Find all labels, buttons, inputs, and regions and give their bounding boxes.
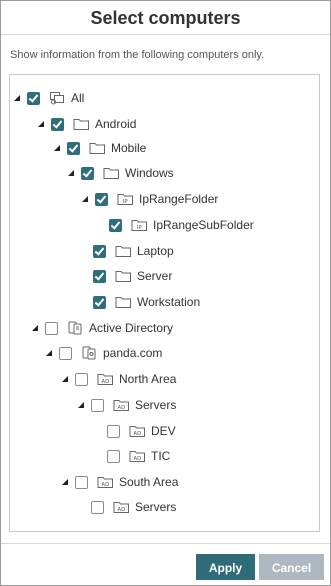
- svg-text:AD: AD: [118, 405, 126, 411]
- expand-toggle-icon[interactable]: [68, 165, 79, 181]
- folder-icon: [73, 117, 90, 131]
- tree-item-servers[interactable]: AD Servers: [78, 497, 176, 517]
- tree-item-label: Mobile: [111, 141, 147, 155]
- select-computers-dialog: Select computers Show information from t…: [0, 0, 331, 586]
- ad-folder-icon: AD: [113, 398, 130, 412]
- tree-item-dev[interactable]: AD DEV: [94, 421, 176, 441]
- tree-item-server[interactable]: Server: [80, 266, 172, 286]
- tree-item-north-area[interactable]: AD North Area: [62, 369, 176, 389]
- tree-item-checkbox[interactable]: [81, 166, 94, 180]
- ad-folder-icon: AD: [129, 449, 146, 463]
- tree-item-mobile[interactable]: Mobile: [54, 138, 146, 158]
- tree-item-android[interactable]: Android: [38, 114, 136, 134]
- domain-icon: [81, 346, 98, 360]
- apply-button[interactable]: Apply: [196, 554, 255, 580]
- ad-folder-icon: AD: [97, 475, 114, 489]
- tree-item-label: panda.com: [103, 346, 163, 360]
- tree-item-label: Laptop: [137, 244, 174, 258]
- svg-text:IP: IP: [123, 199, 129, 205]
- ad-folder-icon: AD: [113, 500, 130, 514]
- expand-toggle-icon[interactable]: [82, 191, 93, 207]
- expand-toggle-icon[interactable]: [14, 90, 25, 106]
- svg-text:AD: AD: [134, 456, 142, 462]
- tree-item-label: South Area: [119, 475, 179, 489]
- folder-icon: [89, 141, 106, 155]
- dialog-subtitle: Show information from the following comp…: [10, 49, 265, 61]
- tree-item-checkbox[interactable]: [109, 218, 122, 232]
- tree-item-label: Server: [137, 269, 173, 283]
- tree-item-checkbox[interactable]: [107, 424, 120, 438]
- expand-toggle-icon[interactable]: [54, 140, 65, 156]
- tree-item-iprangesubfolder[interactable]: IP IpRangeSubFolder: [96, 215, 254, 235]
- tree-item-label: Android: [95, 117, 137, 131]
- tree-item-checkbox[interactable]: [51, 117, 64, 131]
- tree-item-tic[interactable]: AD TIC: [94, 446, 170, 466]
- title-separator: [1, 34, 330, 35]
- tree-item-checkbox[interactable]: [75, 372, 88, 386]
- tree-item-checkbox[interactable]: [95, 192, 108, 206]
- ip-folder-icon: IP: [117, 192, 134, 206]
- tree-item-all[interactable]: All: [14, 88, 84, 108]
- expand-toggle-icon[interactable]: [32, 320, 43, 336]
- tree-item-checkbox[interactable]: [107, 449, 120, 463]
- folder-icon: [103, 166, 120, 180]
- active-directory-icon: [67, 321, 84, 335]
- svg-text:AD: AD: [134, 431, 142, 437]
- expand-toggle-icon[interactable]: [38, 116, 49, 132]
- tree-item-laptop[interactable]: Laptop: [80, 241, 174, 261]
- tree-item-active-directory[interactable]: Active Directory: [32, 318, 173, 338]
- tree-item-label: North Area: [119, 372, 177, 386]
- tree-item-label: Active Directory: [89, 321, 174, 335]
- ad-folder-icon: AD: [97, 372, 114, 386]
- tree-item-windows[interactable]: Windows: [68, 163, 174, 183]
- tree-item-label: IpRangeFolder: [139, 192, 219, 206]
- tree-item-workstation[interactable]: Workstation: [80, 292, 200, 312]
- dialog-title: Select computers: [90, 8, 241, 28]
- folder-icon: [115, 295, 132, 309]
- tree-item-label: Servers: [135, 500, 177, 514]
- folder-icon: [115, 269, 132, 283]
- svg-text:AD: AD: [102, 379, 110, 385]
- tree-item-label: TIC: [151, 449, 171, 463]
- tree-item-panda-com[interactable]: panda.com: [46, 343, 162, 363]
- cancel-button[interactable]: Cancel: [259, 554, 324, 580]
- svg-text:AD: AD: [102, 482, 110, 488]
- tree-item-checkbox[interactable]: [93, 295, 106, 309]
- tree-item-label: Windows: [125, 166, 174, 180]
- expand-toggle-icon[interactable]: [62, 474, 73, 490]
- tree-item-iprangefolder[interactable]: IP IpRangeFolder: [82, 189, 218, 209]
- tree-item-checkbox[interactable]: [91, 500, 104, 514]
- tree-item-checkbox[interactable]: [27, 91, 40, 105]
- ip-folder-icon: IP: [131, 218, 148, 232]
- tree-item-label: DEV: [151, 424, 176, 438]
- ad-folder-icon: AD: [129, 424, 146, 438]
- tree-item-checkbox[interactable]: [67, 141, 80, 155]
- tree-item-checkbox[interactable]: [91, 398, 104, 412]
- tree-item-checkbox[interactable]: [59, 346, 72, 360]
- svg-text:AD: AD: [118, 507, 126, 513]
- tree-item-checkbox[interactable]: [93, 244, 106, 258]
- expand-toggle-icon[interactable]: [78, 397, 89, 413]
- tree-item-servers[interactable]: AD Servers: [78, 395, 176, 415]
- tree-item-label: IpRangeSubFolder: [153, 218, 254, 232]
- tree-item-label: All: [71, 91, 85, 105]
- tree-item-south-area[interactable]: AD South Area: [62, 472, 178, 492]
- computer-tree: All Android Mobile Windows IP IpRangeFolder IP…: [9, 74, 320, 532]
- tree-item-checkbox[interactable]: [75, 475, 88, 489]
- tree-item-label: Servers: [135, 398, 177, 412]
- folder-icon: [115, 244, 132, 258]
- tree-item-label: Workstation: [137, 295, 201, 309]
- expand-toggle-icon[interactable]: [62, 371, 73, 387]
- expand-toggle-icon[interactable]: [46, 345, 57, 361]
- tree-item-checkbox[interactable]: [45, 321, 58, 335]
- svg-text:IP: IP: [137, 225, 143, 231]
- footer-separator: [1, 543, 330, 544]
- tree-item-checkbox[interactable]: [93, 269, 106, 283]
- computers-group-icon: [49, 91, 66, 105]
